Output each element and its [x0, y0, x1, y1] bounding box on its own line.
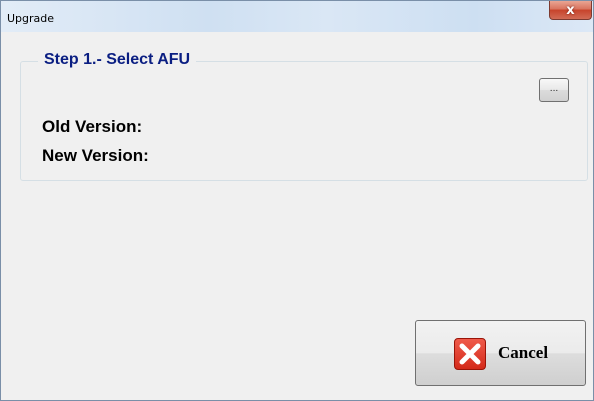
- cancel-label: Cancel: [498, 343, 549, 362]
- cancel-button[interactable]: Cancel: [415, 320, 586, 386]
- window-title: Upgrade: [7, 12, 55, 25]
- old-version-label: Old Version:: [42, 117, 143, 136]
- red-x-icon: [454, 338, 486, 370]
- close-icon: x: [566, 2, 575, 18]
- browse-button[interactable]: ...: [539, 78, 569, 102]
- close-button[interactable]: x: [549, 1, 592, 20]
- groupbox-title: Step 1.- Select AFU: [38, 51, 197, 69]
- new-version-label: New Version:: [42, 146, 149, 165]
- title-bar[interactable]: Upgrade x: [1, 1, 593, 32]
